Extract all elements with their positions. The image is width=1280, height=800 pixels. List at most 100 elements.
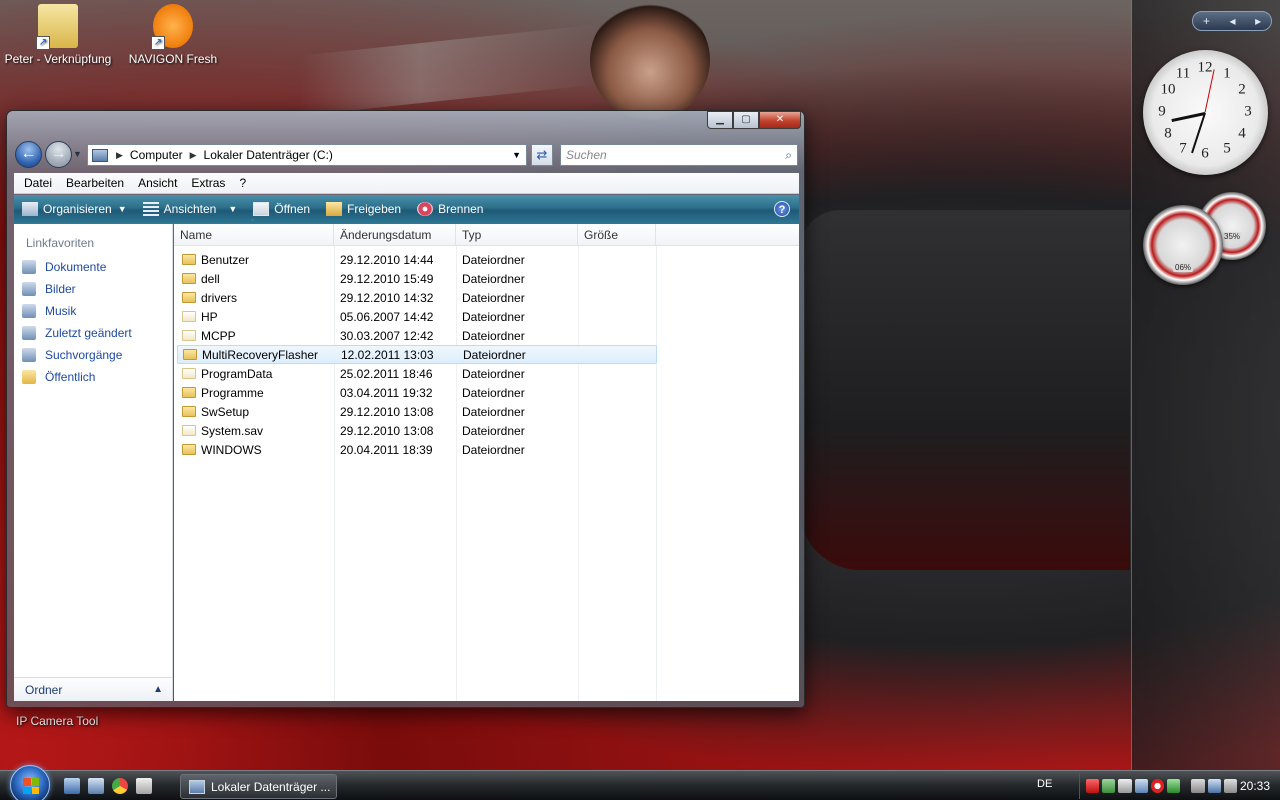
table-row[interactable]: drivers 29.12.2010 14:32 Dateiordner [177,288,657,307]
table-row[interactable]: System.sav 29.12.2010 13:08 Dateiordner [177,421,657,440]
folders-label: Ordner [25,682,63,697]
clock-number: 12 [1197,59,1213,76]
menu-help[interactable]: ? [239,176,246,190]
sidebar-next-button[interactable]: ▸ [1255,14,1261,28]
desktop-icon-peter[interactable]: ↗ Peter - Verknüpfung [3,4,113,66]
address-dropdown-icon[interactable]: ▼ [512,150,521,160]
table-row[interactable]: MultiRecoveryFlasher 12.02.2011 13:03 Date… [177,345,657,364]
nav-item-zuletzt-geaendert[interactable]: Zuletzt geändert [14,322,172,344]
search-input[interactable]: Suchen ⌕ [560,144,798,166]
folder-icon [183,349,197,360]
clock-number: 2 [1238,81,1246,98]
cpu-gauge-gadget[interactable]: 06% [1143,205,1223,285]
clock-number: 8 [1164,125,1172,142]
file-name: Programme [201,385,264,400]
breadcrumb-separator-icon[interactable]: ▶ [116,150,123,161]
nav-item-label: Bilder [45,282,76,296]
table-row[interactable]: HP 05.06.2007 14:42 Dateiordner [177,307,657,326]
nav-item-musik[interactable]: Musik [14,300,172,322]
desktop-icon-navigon[interactable]: ↗ NAVIGON Fresh [118,4,228,66]
desktop-icon-ip-camera-label[interactable]: IP Camera Tool [16,714,98,728]
recent-pages-dropdown-icon[interactable]: ▼ [73,149,82,159]
table-row[interactable]: WINDOWS 20.04.2011 18:39 Dateiordner [177,440,657,459]
file-type: Dateiordner [462,309,525,324]
menu-bar: Datei Bearbeiten Ansicht Extras ? [14,173,799,194]
nav-item-suchvorgaenge[interactable]: Suchvorgänge [14,344,172,366]
nav-item-dokumente[interactable]: Dokumente [14,256,172,278]
antivirus-icon[interactable] [1086,779,1100,793]
folders-toggle[interactable]: Ordner ▲ [14,677,172,701]
start-button[interactable] [10,765,50,800]
file-date: 20.04.2011 18:39 [340,442,433,457]
table-row[interactable]: ProgramData 25.02.2011 18:46 Dateiordner [177,364,657,383]
taskbar-button-explorer[interactable]: Lokaler Datenträger ... [180,774,337,799]
file-type: Dateiordner [462,366,525,381]
file-name: SwSetup [201,404,250,419]
nav-item-label: Suchvorgänge [45,348,123,362]
chrome-icon[interactable] [112,778,128,794]
views-button[interactable]: Ansichten ▼ [142,202,237,216]
file-date: 29.12.2010 15:49 [340,271,434,286]
table-row[interactable]: MCPP 30.03.2007 12:42 Dateiordner [177,326,657,345]
table-row[interactable]: Benutzer 29.12.2010 14:44 Dateiordner [177,250,657,269]
file-name: WINDOWS [201,442,262,457]
column-header-type[interactable]: Typ [456,224,578,246]
system-tray: 20:33 [1079,773,1280,799]
nav-item-bilder[interactable]: Bilder [14,278,172,300]
command-bar: Organisieren ▼ Ansichten ▼ Öffnen Freige… [14,195,799,223]
forward-button[interactable]: → [45,141,72,168]
table-row[interactable]: dell 29.12.2010 15:49 Dateiordner [177,269,657,288]
column-header-size[interactable]: Größe [578,224,656,246]
folder-icon [182,406,196,417]
menu-bearbeiten[interactable]: Bearbeiten [66,176,124,190]
column-header-name[interactable]: Name [174,224,334,246]
language-indicator[interactable]: DE [1037,778,1052,790]
sidebar-prev-button[interactable]: ◂ [1229,14,1235,28]
close-button[interactable]: ✕ [759,111,801,129]
file-name: dell [201,271,220,286]
nav-item-oeffentlich[interactable]: Öffentlich [14,366,172,388]
back-button[interactable]: ← [15,141,42,168]
burn-button[interactable]: Brennen [417,202,483,216]
menu-datei[interactable]: Datei [24,176,52,190]
maximize-button[interactable]: ▢ [733,111,759,129]
volume-icon[interactable] [1223,779,1237,793]
clock-gadget[interactable]: 12 1 2 3 4 5 6 7 8 9 10 11 [1143,50,1268,175]
file-date: 05.06.2007 14:42 [340,309,434,324]
help-button[interactable]: ? [774,201,790,217]
menu-ansicht[interactable]: Ansicht [138,176,177,190]
breadcrumb-separator-icon[interactable]: ▶ [190,150,197,161]
menu-extras[interactable]: Extras [191,176,225,190]
refresh-button[interactable]: ⇄ [531,144,553,166]
network-icon[interactable] [1207,779,1221,793]
open-button[interactable]: Öffnen [253,202,310,216]
printer-icon[interactable] [136,778,152,794]
windows-logo-icon [23,778,39,794]
back-arrow-icon: ← [20,145,37,162]
table-row[interactable]: Programme 03.04.2011 19:32 Dateiordner [177,383,657,402]
minimize-button[interactable]: ▁ [707,111,733,129]
organize-button[interactable]: Organisieren ▼ [22,202,127,216]
address-bar[interactable]: ▶ Computer ▶ Lokaler Datenträger (C:) ▼ [87,144,527,166]
open-label: Öffnen [274,202,311,216]
search-icon[interactable]: ⌕ [785,148,792,163]
tray-app-icon[interactable] [1134,779,1148,793]
public-folder-icon [22,370,36,384]
network-tool-icon[interactable] [1102,779,1116,793]
switch-windows-icon[interactable] [88,778,104,794]
file-date: 25.02.2011 18:46 [340,366,433,381]
share-button[interactable]: Freigeben [326,202,401,216]
tray-app-icon[interactable] [1118,779,1132,793]
column-header-date[interactable]: Änderungsdatum [334,224,456,246]
opera-icon[interactable] [1150,779,1165,793]
breadcrumb-drive-c[interactable]: Lokaler Datenträger (C:) [204,148,333,162]
show-desktop-icon[interactable] [64,778,80,794]
power-icon[interactable] [1191,779,1205,793]
breadcrumb-computer[interactable]: Computer [130,148,183,162]
add-gadget-button[interactable]: + [1203,14,1210,28]
navigation-pane: Linkfavoriten Dokumente Bilder Musik Zul… [14,224,173,701]
taskbar-clock[interactable]: 20:33 [1240,779,1270,793]
checkmark-icon[interactable] [1167,779,1181,793]
column-header-row: Name ˆ Änderungsdatum Typ Größe [174,218,799,246]
table-row[interactable]: SwSetup 29.12.2010 13:08 Dateiordner [177,402,657,421]
